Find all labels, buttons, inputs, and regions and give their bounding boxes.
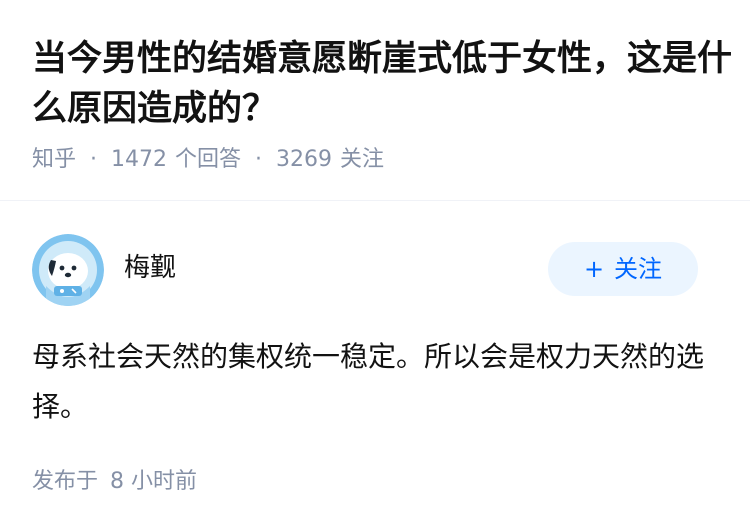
- follow-label: 关注: [614, 255, 663, 283]
- author-avatar[interactable]: [32, 234, 104, 306]
- question-meta: 知乎 · 1472 个回答 · 3269 关注: [32, 144, 384, 176]
- answer-page: 当今男性的结婚意愿断崖式低于女性，这是什么原因造成的？ 知乎 · 1472 个回答 · 3…: [0, 0, 750, 532]
- answers-count: 1472: [111, 147, 168, 172]
- published-time: 8 小时前: [110, 469, 198, 494]
- answer-content[interactable]: 母系社会天然的集权统一稳定。所以会是权力天然的选择。: [32, 332, 722, 432]
- followers-count: 3269: [276, 147, 333, 172]
- source-label[interactable]: 知乎: [32, 147, 76, 172]
- plus-icon: +: [583, 255, 605, 283]
- followers-label[interactable]: 关注: [340, 147, 384, 172]
- author-name[interactable]: 梅觐: [124, 250, 176, 286]
- separator-dot: ·: [255, 147, 263, 172]
- published-prefix: 发布于: [32, 469, 99, 494]
- astronaut-dog-avatar-icon: [32, 234, 104, 306]
- answers-label[interactable]: 个回答: [175, 147, 241, 172]
- section-divider: [0, 200, 750, 201]
- question-title[interactable]: 当今男性的结婚意愿断崖式低于女性，这是什么原因造成的？: [32, 34, 732, 134]
- separator-dot: ·: [90, 147, 98, 172]
- follow-button[interactable]: + 关注: [548, 242, 698, 296]
- published-info: 发布于 8 小时前: [32, 466, 197, 498]
